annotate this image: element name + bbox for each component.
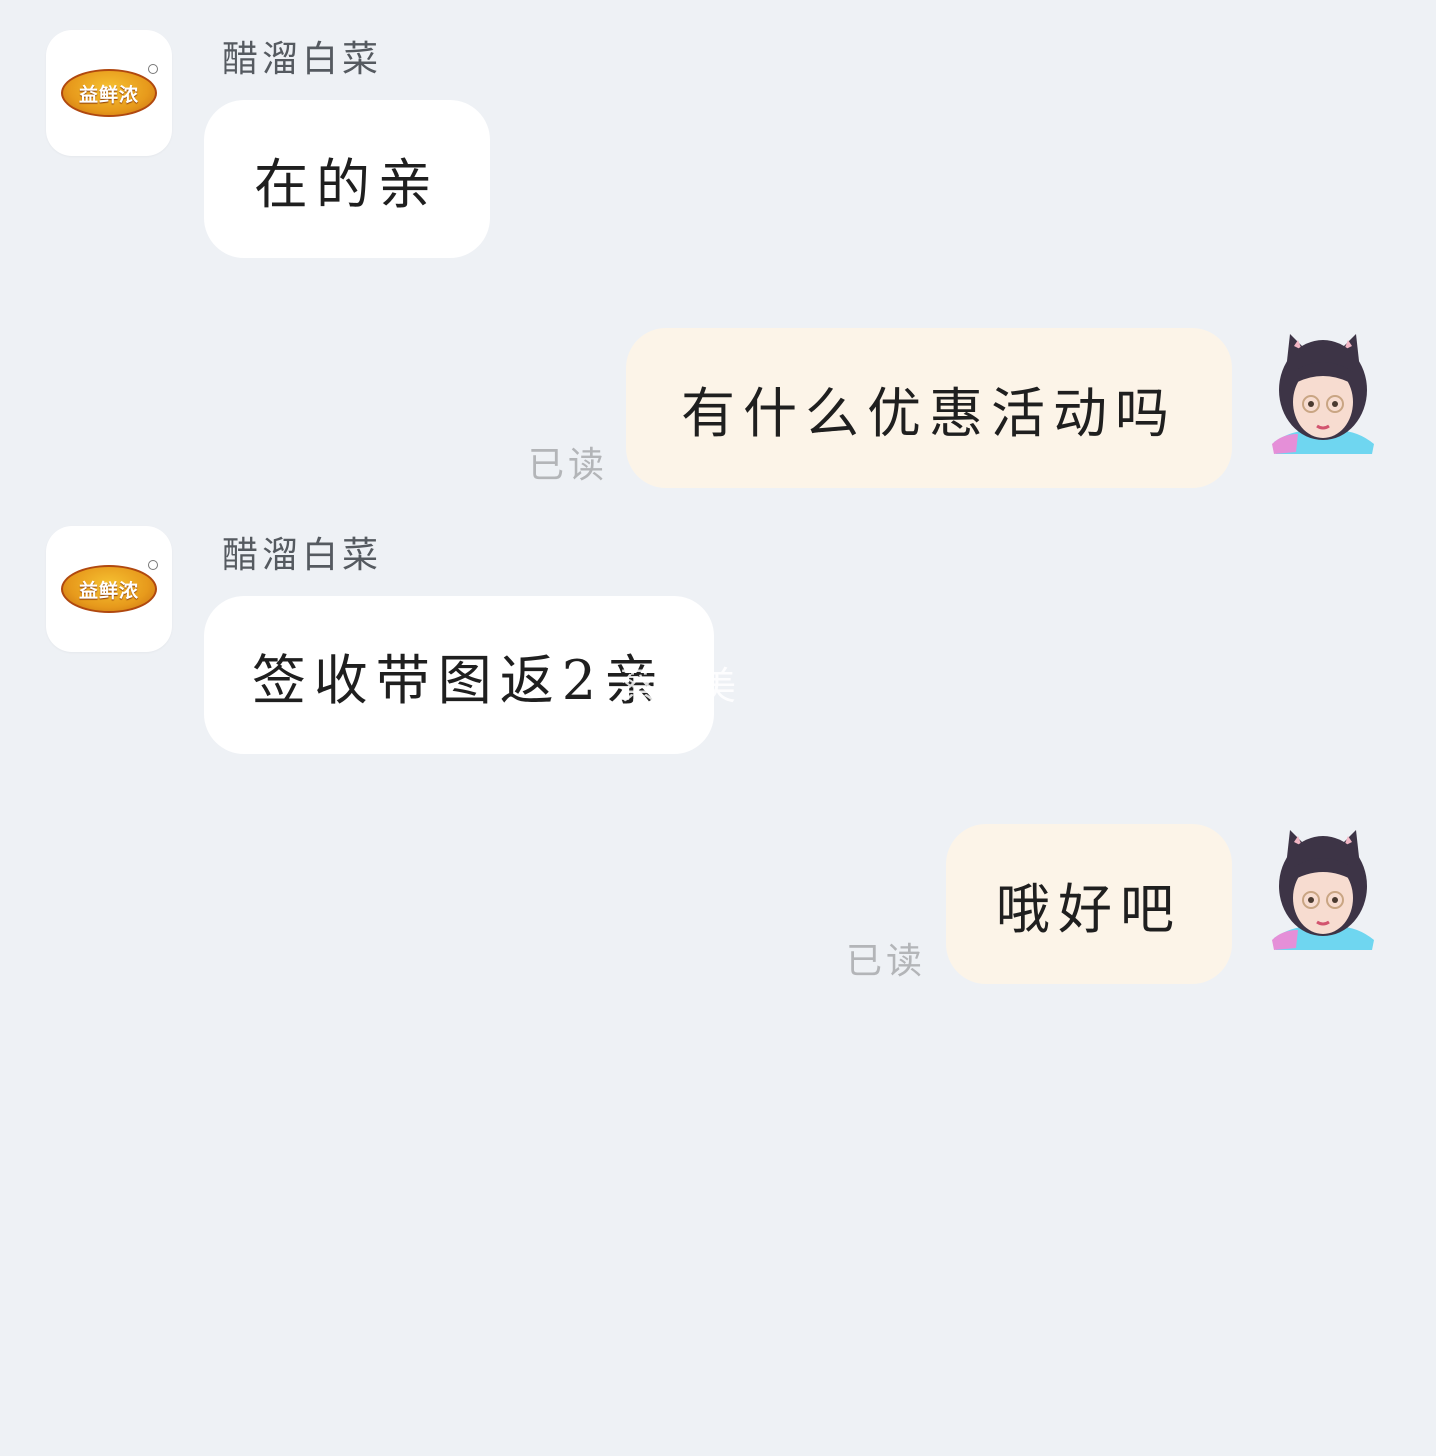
read-status: 已读 <box>528 445 609 486</box>
user-avatar[interactable] <box>1268 330 1378 454</box>
sender-name: 醋溜白菜 <box>222 39 383 80</box>
sender-name: 醋溜白菜 <box>222 535 383 576</box>
message-bubble-outgoing[interactable]: 哦好吧 <box>946 824 1232 984</box>
read-status: 已读 <box>846 941 927 982</box>
shop-avatar[interactable]: 益鲜浓 <box>46 30 172 156</box>
registered-mark-icon <box>148 64 158 74</box>
shop-logo-text: 益鲜浓 <box>78 83 139 106</box>
registered-mark-icon <box>148 560 158 570</box>
message-bubble-incoming[interactable]: 在的亲 <box>204 100 490 258</box>
shop-avatar[interactable]: 益鲜浓 <box>46 526 172 652</box>
shop-logo-text: 益鲜浓 <box>78 579 139 602</box>
user-avatar[interactable] <box>1268 826 1378 950</box>
watermark: 蔡仙美 <box>620 664 738 708</box>
shop-logo: 益鲜浓 <box>61 565 157 613</box>
message-bubble-outgoing[interactable]: 有什么优惠活动吗 <box>626 328 1232 488</box>
shop-logo: 益鲜浓 <box>61 69 157 117</box>
chat-screen: { "shop": { "name": "醋溜白菜", "logo_text":… <box>0 0 1436 1456</box>
